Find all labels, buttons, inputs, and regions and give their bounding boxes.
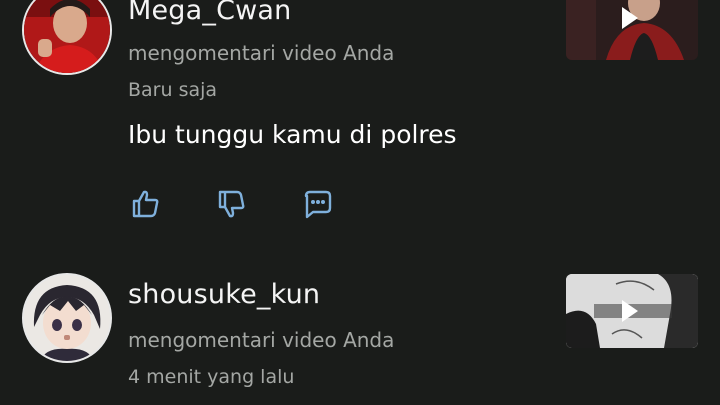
play-icon [622, 300, 638, 322]
video-thumbnail[interactable] [566, 0, 698, 60]
play-icon [622, 6, 638, 29]
timestamp: Baru saja [128, 79, 218, 101]
notification-item[interactable]: shousuke_kun mengomentari video Anda 4 m… [0, 268, 720, 405]
reply-icon [304, 190, 332, 219]
like-icon [132, 190, 159, 218]
notification-action-text: mengomentari video Anda [128, 41, 395, 65]
avatar[interactable] [22, 273, 112, 363]
dislike-icon [218, 190, 245, 218]
username[interactable]: Mega_Cwan [128, 0, 291, 26]
avatar[interactable] [22, 0, 112, 75]
username[interactable]: shousuke_kun [128, 279, 320, 310]
like-button[interactable] [128, 186, 164, 222]
comment-text: Ibu tunggu kamu di polres [128, 120, 457, 149]
dislike-button[interactable] [214, 186, 250, 222]
notification-action-text: mengomentari video Anda [128, 328, 395, 352]
notification-item[interactable]: Mega_Cwan mengomentari video Anda Baru s… [0, 0, 720, 235]
reply-button[interactable] [300, 186, 336, 222]
video-thumbnail[interactable] [566, 274, 698, 348]
timestamp: 4 menit yang lalu [128, 366, 295, 388]
